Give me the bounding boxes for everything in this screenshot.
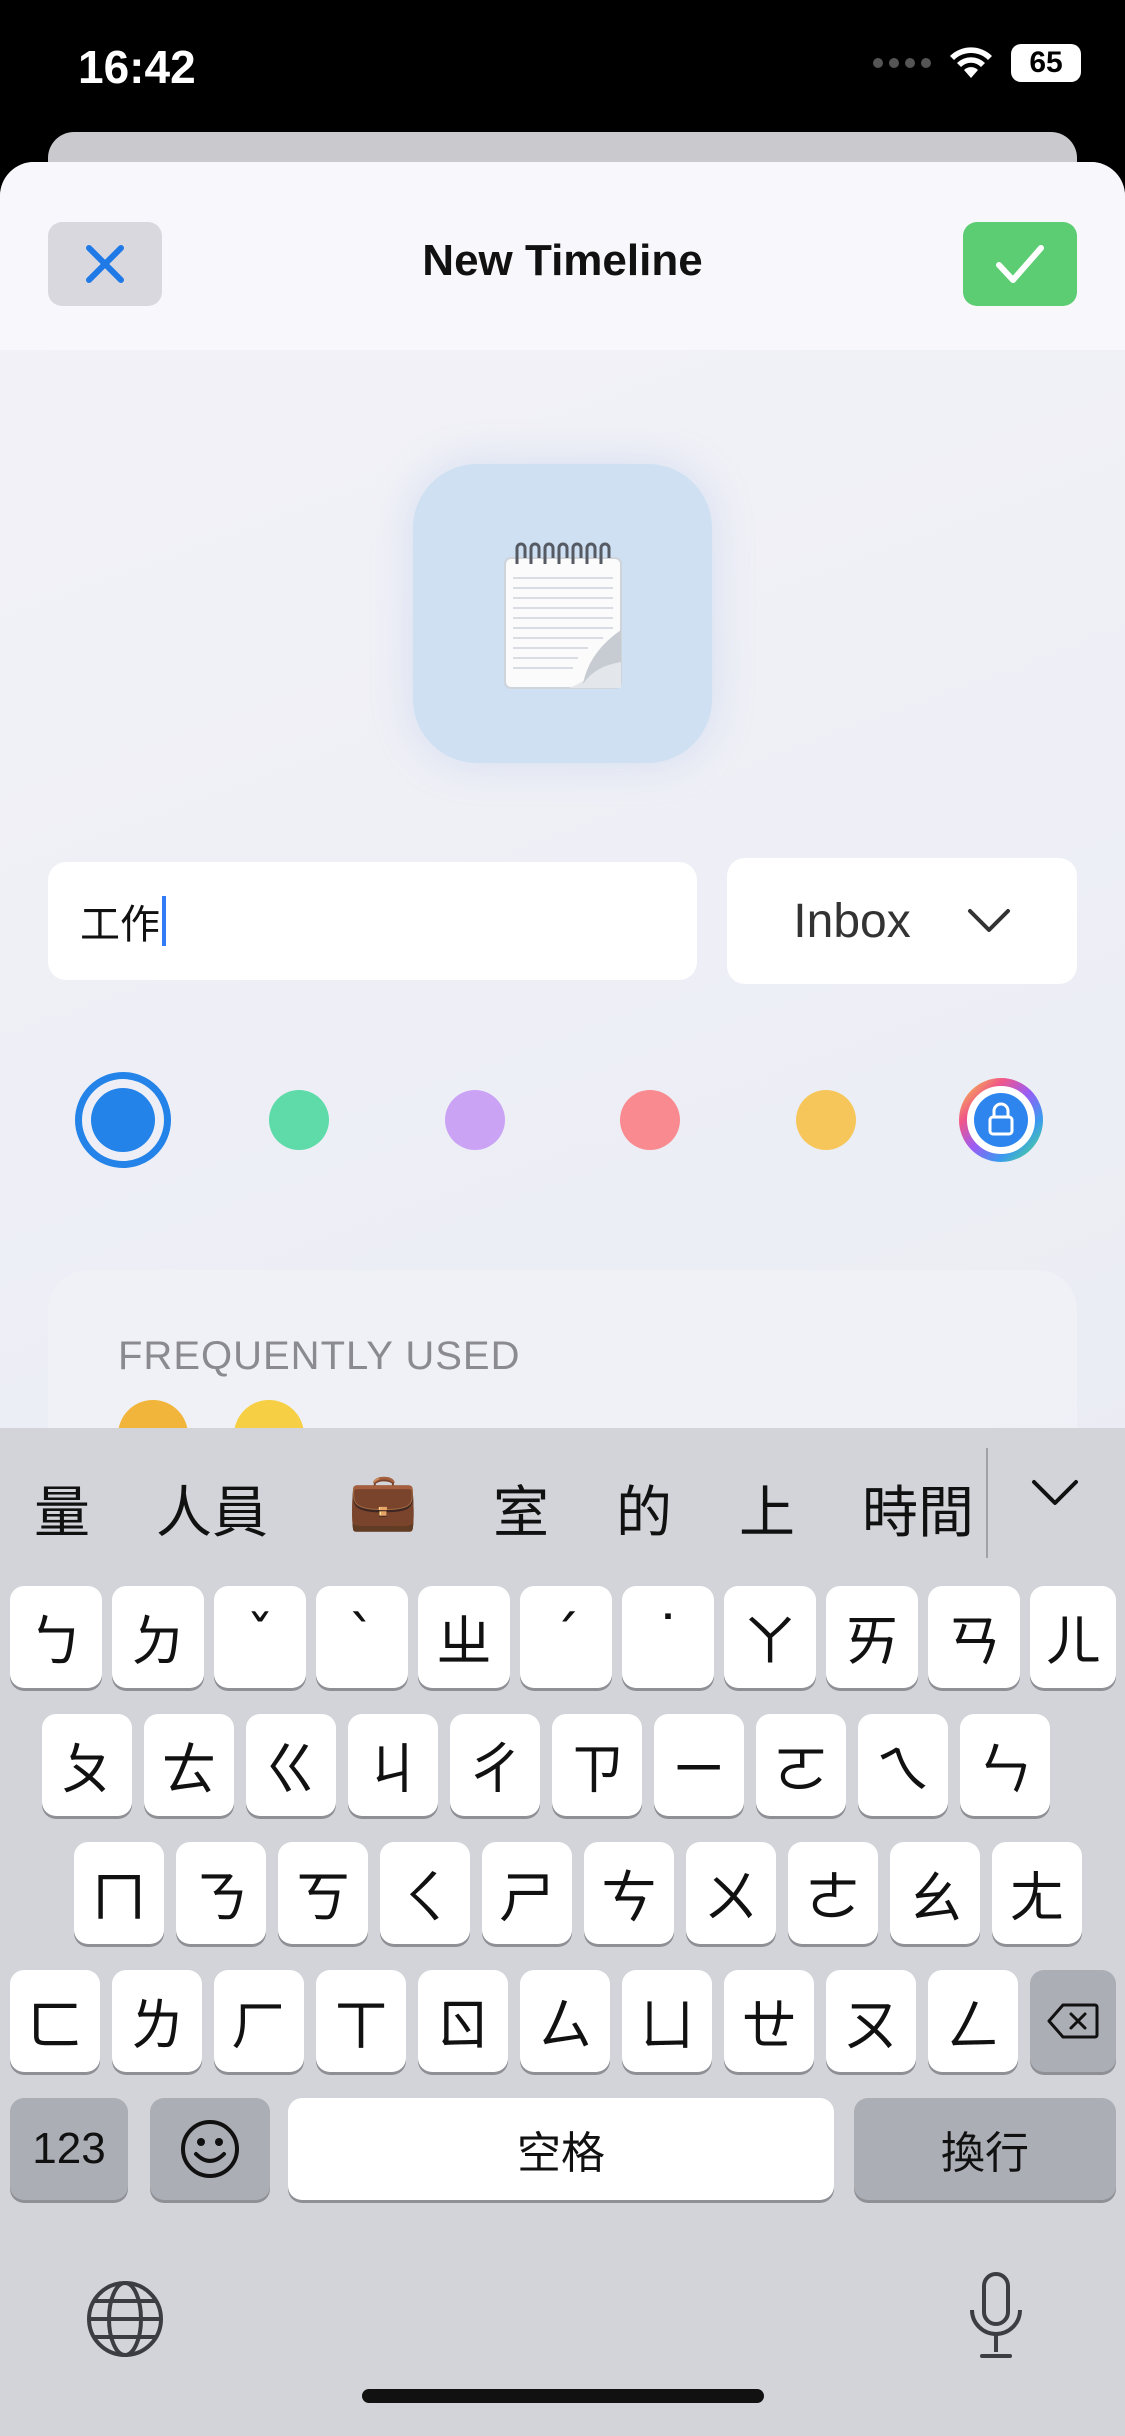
candidate-item[interactable]: 的	[616, 1468, 672, 1549]
notepad-icon	[503, 542, 622, 689]
lock-icon	[959, 1078, 1043, 1162]
backspace-icon	[1047, 2003, 1099, 2039]
color-swatch-green[interactable]	[251, 1072, 347, 1168]
color-picker	[0, 1072, 1125, 1182]
key[interactable]: ˙	[622, 1586, 714, 1688]
key[interactable]: ㄤ	[992, 1842, 1082, 1944]
color-swatch-custom[interactable]	[953, 1072, 1049, 1168]
key[interactable]: ㄔ	[450, 1714, 540, 1816]
confirm-button[interactable]	[963, 222, 1077, 306]
candidate-item[interactable]: 量	[34, 1468, 90, 1549]
color-swatch-purple[interactable]	[427, 1072, 523, 1168]
candidate-item[interactable]: 時間	[862, 1468, 974, 1549]
key[interactable]: ㄣ	[960, 1714, 1050, 1816]
key[interactable]: ㄢ	[928, 1586, 1020, 1688]
key[interactable]: ㄑ	[380, 1842, 470, 1944]
timeline-name-value: 工作	[80, 903, 160, 947]
key[interactable]: ˊ	[520, 1586, 612, 1688]
color-swatch-blue[interactable]	[75, 1072, 171, 1168]
key[interactable]: ㄧ	[654, 1714, 744, 1816]
color-dot-blue	[91, 1088, 155, 1152]
key[interactable]: ㄎ	[278, 1842, 368, 1944]
chevron-down-icon	[1032, 1480, 1078, 1505]
dictation-button[interactable]	[966, 2270, 1026, 2369]
status-icons: 65	[873, 44, 1081, 82]
zhuyin-keyboard: 量 人員 💼 室 的 上 時間 ㄅ ㄉ ˇ ˋ ㄓ ˊ ˙ ㄚ ㄞ ㄢ ㄦ ㄆ …	[0, 1428, 1125, 2436]
key[interactable]: ㄇ	[74, 1842, 164, 1944]
candidate-item[interactable]: 💼	[348, 1468, 418, 1534]
key[interactable]: ㄅ	[10, 1586, 102, 1688]
key[interactable]: ˇ	[214, 1586, 306, 1688]
microphone-icon	[970, 2272, 1022, 2358]
nav-bar: New Timeline	[0, 162, 1125, 350]
key[interactable]: ㄦ	[1030, 1586, 1116, 1688]
emoji-key[interactable]	[150, 2098, 270, 2200]
delete-key[interactable]	[1030, 1970, 1116, 2072]
key[interactable]: ㄏ	[214, 1970, 304, 2072]
key[interactable]: ˋ	[316, 1586, 408, 1688]
key[interactable]: ㄕ	[482, 1842, 572, 1944]
chevron-down-icon	[967, 909, 1010, 932]
candidate-expand-button[interactable]	[1020, 1458, 1090, 1528]
globe-icon	[87, 2281, 163, 2357]
color-dot-green	[269, 1090, 329, 1150]
folder-select[interactable]: Inbox	[727, 858, 1077, 984]
status-bar: 16:42 65	[0, 0, 1125, 140]
key[interactable]: ㄆ	[42, 1714, 132, 1816]
timeline-icon-picker[interactable]	[413, 464, 712, 763]
color-swatch-red[interactable]	[602, 1072, 698, 1168]
numbers-key[interactable]: 123	[10, 2098, 128, 2200]
color-dot-yellow	[796, 1090, 856, 1150]
key[interactable]: ㄋ	[176, 1842, 266, 1944]
key[interactable]: ㄉ	[112, 1586, 204, 1688]
key[interactable]: ㄠ	[890, 1842, 980, 1944]
key[interactable]: ㄙ	[520, 1970, 610, 2072]
smiley-icon	[181, 2120, 239, 2178]
key[interactable]: ㄨ	[686, 1842, 776, 1944]
color-dot-red	[620, 1090, 680, 1150]
return-key[interactable]: 換行	[854, 2098, 1116, 2200]
color-swatch-yellow[interactable]	[778, 1072, 874, 1168]
space-key[interactable]: 空格	[288, 2098, 834, 2200]
key[interactable]: ㄡ	[826, 1970, 916, 2072]
key[interactable]: ㄩ	[622, 1970, 712, 2072]
checkmark-icon	[996, 245, 1044, 283]
key[interactable]: ㄌ	[112, 1970, 202, 2072]
key[interactable]: ㄗ	[552, 1714, 642, 1816]
key[interactable]: ㄒ	[316, 1970, 406, 2072]
key[interactable]: ㄚ	[724, 1586, 816, 1688]
status-time: 16:42	[78, 41, 196, 93]
key[interactable]: ㄍ	[246, 1714, 336, 1816]
wifi-icon	[950, 47, 992, 78]
candidate-item[interactable]: 人員	[156, 1468, 268, 1549]
text-caret	[162, 896, 166, 946]
key[interactable]: ㄊ	[144, 1714, 234, 1816]
key[interactable]: ㄓ	[418, 1586, 510, 1688]
page-title: New Timeline	[422, 236, 703, 285]
key[interactable]: ㄜ	[788, 1842, 878, 1944]
key[interactable]: ㄞ	[826, 1586, 918, 1688]
key[interactable]: ㄥ	[928, 1970, 1018, 2072]
cellular-signal-icon	[873, 58, 931, 68]
key[interactable]: ㄖ	[418, 1970, 508, 2072]
emoji-section-header: FREQUENTLY USED	[118, 1334, 521, 1378]
timeline-name-input[interactable]: 工作	[48, 862, 697, 980]
candidate-divider	[986, 1448, 988, 1558]
color-dot-purple	[445, 1090, 505, 1150]
key[interactable]: ㄝ	[724, 1970, 814, 2072]
key[interactable]: ㄟ	[858, 1714, 948, 1816]
battery-indicator: 65	[1011, 44, 1081, 82]
key[interactable]: ㄐ	[348, 1714, 438, 1816]
candidate-bar: 量 人員 💼 室 的 上 時間	[0, 1428, 1125, 1578]
key[interactable]: ㄈ	[10, 1970, 100, 2072]
key[interactable]: ㄘ	[584, 1842, 674, 1944]
folder-select-value: Inbox	[793, 894, 911, 948]
home-indicator	[362, 2389, 764, 2403]
candidate-item[interactable]: 室	[493, 1468, 549, 1549]
key[interactable]: ㄛ	[756, 1714, 846, 1816]
globe-button[interactable]	[84, 2278, 166, 2365]
candidate-item[interactable]: 上	[739, 1468, 795, 1549]
